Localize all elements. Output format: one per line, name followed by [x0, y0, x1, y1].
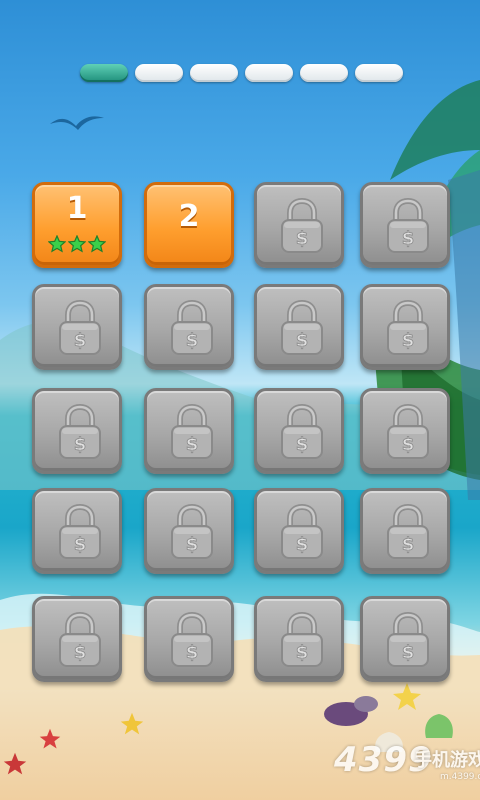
svg-text:$: $ — [402, 434, 415, 455]
level-grid: 1 2 $ $ $ $ $ $ $ $ $ $ $ $ $ $ $ $ $ $ — [32, 182, 454, 682]
seagull-icon — [50, 116, 104, 130]
svg-text:$: $ — [296, 330, 309, 351]
padlock-dollar-icon: $ — [171, 504, 213, 559]
padlock-dollar-icon: $ — [171, 300, 213, 355]
locked-level-button[interactable]: $ — [254, 388, 344, 474]
locked-level-button[interactable]: $ — [360, 284, 450, 370]
locked-level-button[interactable]: $ — [360, 388, 450, 474]
padlock-dollar-icon: $ — [387, 404, 429, 459]
locked-level-button[interactable]: $ — [254, 182, 344, 268]
svg-text:$: $ — [186, 642, 199, 663]
locked-level-button[interactable]: $ — [360, 596, 450, 682]
svg-text:$: $ — [296, 642, 309, 663]
starfish-icon — [120, 712, 144, 735]
starfish-icon — [3, 752, 27, 775]
padlock-dollar-icon: $ — [281, 504, 323, 559]
page-indicator — [80, 64, 403, 86]
padlock-dollar-icon: $ — [59, 300, 101, 355]
page-dot-6[interactable] — [355, 64, 403, 82]
svg-text:$: $ — [296, 534, 309, 555]
locked-level-button[interactable]: $ — [32, 284, 122, 370]
svg-text:$: $ — [186, 534, 199, 555]
level-number: 1 — [66, 191, 88, 226]
watermark-logo: 4399 手机游戏 m.4399.cn — [264, 740, 480, 790]
svg-text:$: $ — [402, 642, 415, 663]
locked-level-button[interactable]: $ — [254, 284, 344, 370]
green-star-icon — [48, 235, 66, 253]
locked-level-button[interactable]: $ — [144, 488, 234, 574]
svg-text:$: $ — [402, 330, 415, 351]
watermark-text: 手机游戏 — [414, 750, 480, 771]
padlock-dollar-icon: $ — [281, 300, 323, 355]
page-dot-2[interactable] — [135, 64, 183, 82]
svg-text:$: $ — [74, 534, 87, 555]
seashell-icon — [425, 714, 453, 738]
padlock-dollar-icon: $ — [59, 504, 101, 559]
locked-level-button[interactable]: $ — [144, 596, 234, 682]
level-number: 2 — [178, 199, 200, 234]
svg-text:$: $ — [402, 534, 415, 555]
locked-level-button[interactable]: $ — [360, 182, 450, 268]
page-dot-4[interactable] — [245, 64, 293, 82]
padlock-dollar-icon: $ — [281, 612, 323, 667]
page-dot-3[interactable] — [190, 64, 238, 82]
seashell-icon — [324, 696, 378, 726]
watermark-url: m.4399.cn — [440, 772, 480, 782]
svg-text:$: $ — [186, 434, 199, 455]
padlock-dollar-icon: $ — [387, 504, 429, 559]
svg-text:$: $ — [186, 330, 199, 351]
padlock-dollar-icon: $ — [281, 198, 323, 253]
locked-level-button[interactable]: $ — [32, 388, 122, 474]
page-dot-1[interactable] — [80, 64, 128, 82]
locked-level-button[interactable]: $ — [360, 488, 450, 574]
starfish-icon — [39, 728, 61, 749]
padlock-dollar-icon: $ — [387, 612, 429, 667]
svg-text:$: $ — [296, 228, 309, 249]
level-stars — [35, 235, 119, 253]
padlock-dollar-icon: $ — [387, 198, 429, 253]
locked-level-button[interactable]: $ — [254, 596, 344, 682]
level-button-2[interactable]: 2 — [144, 182, 234, 268]
level-button-1[interactable]: 1 — [32, 182, 122, 268]
locked-level-button[interactable]: $ — [32, 596, 122, 682]
svg-text:$: $ — [74, 642, 87, 663]
padlock-dollar-icon: $ — [171, 404, 213, 459]
padlock-dollar-icon: $ — [59, 612, 101, 667]
locked-level-button[interactable]: $ — [144, 284, 234, 370]
page-dot-5[interactable] — [300, 64, 348, 82]
svg-text:$: $ — [74, 434, 87, 455]
svg-text:$: $ — [402, 228, 415, 249]
padlock-dollar-icon: $ — [387, 300, 429, 355]
locked-level-button[interactable]: $ — [144, 388, 234, 474]
padlock-dollar-icon: $ — [59, 404, 101, 459]
green-star-icon — [68, 235, 86, 253]
locked-level-button[interactable]: $ — [32, 488, 122, 574]
green-star-icon — [88, 235, 106, 253]
padlock-dollar-icon: $ — [281, 404, 323, 459]
svg-text:$: $ — [74, 330, 87, 351]
starfish-icon — [393, 683, 421, 710]
padlock-dollar-icon: $ — [171, 612, 213, 667]
svg-text:$: $ — [296, 434, 309, 455]
locked-level-button[interactable]: $ — [254, 488, 344, 574]
